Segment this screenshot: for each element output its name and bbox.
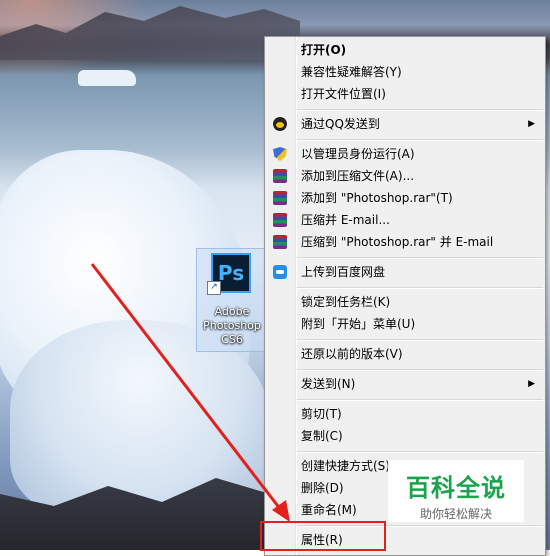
menu-item-label: 锁定到任务栏(K) <box>301 295 391 309</box>
wallpaper-mountain <box>0 6 300 60</box>
menu-item-label: 还原以前的版本(V) <box>301 347 403 361</box>
menu-separator <box>297 451 543 453</box>
menu-item-upload-baidu[interactable]: 上传到百度网盘 <box>267 261 543 283</box>
menu-item-label: 通过QQ发送到 <box>301 117 380 131</box>
menu-item-label: 创建快捷方式(S) <box>301 459 390 473</box>
desktop-icon-photoshop[interactable]: Ps ↗ Adobe Photoshop CS6 <box>196 248 268 352</box>
uac-shield-icon <box>273 147 287 161</box>
shortcut-arrow-icon: ↗ <box>207 281 221 295</box>
menu-item-label: 压缩到 "Photoshop.rar" 并 E-mail <box>301 235 494 249</box>
menu-item-open[interactable]: 打开(O) <box>267 39 543 61</box>
menu-separator <box>297 369 543 371</box>
menu-item-compress-to-rar-and-email[interactable]: 压缩到 "Photoshop.rar" 并 E-mail <box>267 231 543 253</box>
menu-item-label: 上传到百度网盘 <box>301 265 386 279</box>
menu-item-open-file-location[interactable]: 打开文件位置(I) <box>267 83 543 105</box>
menu-separator <box>297 139 543 141</box>
qq-icon <box>273 117 287 131</box>
desktop-icon-label: Adobe Photoshop CS6 <box>203 305 261 346</box>
menu-item-copy[interactable]: 复制(C) <box>267 425 543 447</box>
menu-item-label: 压缩并 E-mail... <box>301 213 390 227</box>
menu-item-label: 删除(D) <box>301 481 344 495</box>
menu-item-add-to-archive[interactable]: 添加到压缩文件(A)... <box>267 165 543 187</box>
menu-item-send-via-qq[interactable]: 通过QQ发送到 ▶ <box>267 113 543 135</box>
winrar-icon <box>273 169 287 183</box>
menu-item-pin-to-taskbar[interactable]: 锁定到任务栏(K) <box>267 291 543 313</box>
menu-item-send-to[interactable]: 发送到(N) ▶ <box>267 373 543 395</box>
watermark-subtitle: 助你轻松解决 <box>419 507 492 521</box>
menu-item-cut[interactable]: 剪切(T) <box>267 403 543 425</box>
winrar-icon <box>273 235 287 249</box>
menu-separator <box>297 257 543 259</box>
menu-item-label: 重命名(M) <box>301 503 357 517</box>
winrar-icon <box>273 191 287 205</box>
menu-item-label: 打开文件位置(I) <box>301 87 386 101</box>
menu-item-compat-troubleshoot[interactable]: 兼容性疑难解答(Y) <box>267 61 543 83</box>
menu-item-run-as-admin[interactable]: 以管理员身份运行(A) <box>267 143 543 165</box>
menu-item-add-to-photoshop-rar[interactable]: 添加到 "Photoshop.rar"(T) <box>267 187 543 209</box>
submenu-arrow-icon: ▶ <box>528 119 535 129</box>
menu-item-label: 兼容性疑难解答(Y) <box>301 65 402 79</box>
menu-separator <box>297 339 543 341</box>
annotation-highlight-box <box>260 521 386 551</box>
menu-item-compress-and-email[interactable]: 压缩并 E-mail... <box>267 209 543 231</box>
menu-item-label: 添加到压缩文件(A)... <box>301 169 415 183</box>
menu-item-pin-to-start[interactable]: 附到「开始」菜单(U) <box>267 313 543 335</box>
menu-item-label: 附到「开始」菜单(U) <box>301 317 416 331</box>
winrar-icon <box>273 213 287 227</box>
wallpaper-ice-floe <box>78 70 136 86</box>
menu-item-restore-previous[interactable]: 还原以前的版本(V) <box>267 343 543 365</box>
baidu-cloud-icon <box>273 265 287 279</box>
watermark: 百科全说 助你轻松解决 <box>388 460 524 522</box>
menu-item-label: 打开(O) <box>301 43 347 57</box>
menu-item-label: 添加到 "Photoshop.rar"(T) <box>301 191 453 205</box>
menu-separator <box>297 287 543 289</box>
menu-item-label: 以管理员身份运行(A) <box>301 147 415 161</box>
submenu-arrow-icon: ▶ <box>528 379 535 389</box>
menu-item-label: 发送到(N) <box>301 377 356 391</box>
watermark-title: 百科全说 <box>406 474 506 502</box>
menu-item-label: 剪切(T) <box>301 407 342 421</box>
menu-separator <box>297 399 543 401</box>
menu-separator <box>297 109 543 111</box>
menu-item-label: 复制(C) <box>301 429 343 443</box>
